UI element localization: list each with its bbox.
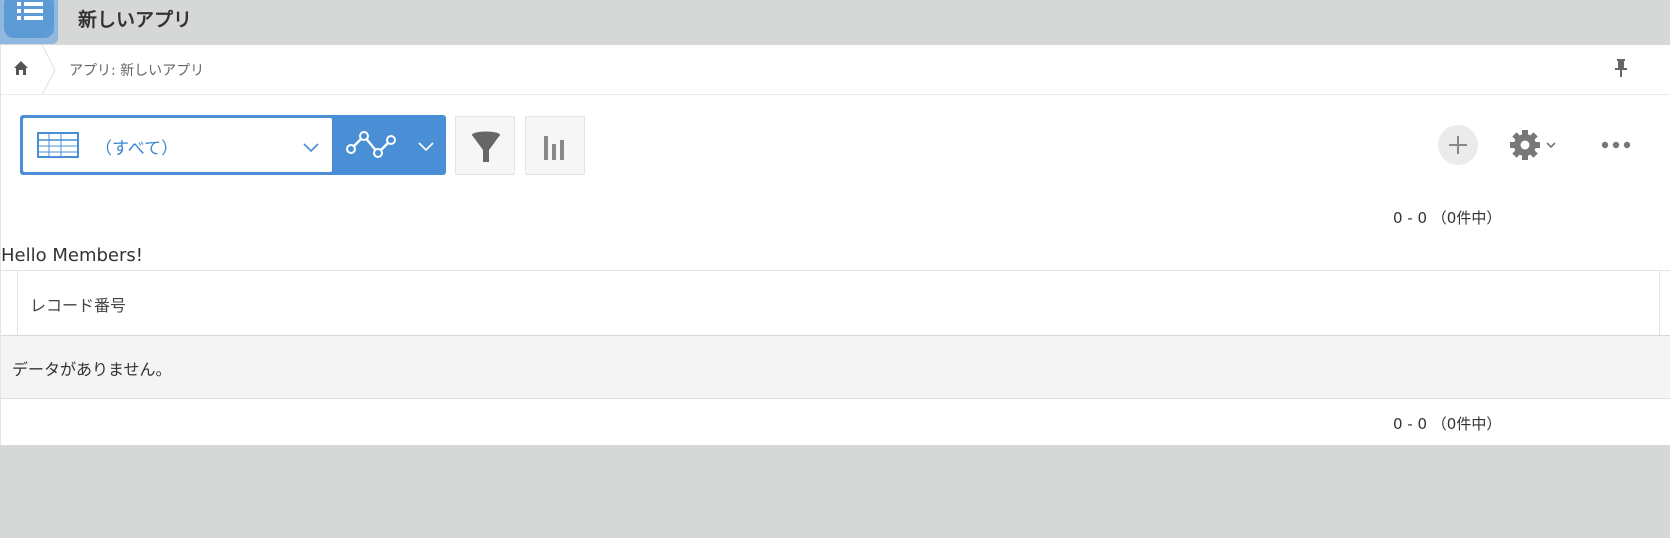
table-icon — [37, 132, 79, 162]
more-options-button[interactable] — [1597, 127, 1637, 163]
view-select[interactable]: （すべて） — [23, 118, 332, 172]
table-empty-row: データがありません。 — [1, 336, 1670, 399]
filter-button[interactable] — [455, 116, 515, 175]
hello-text: Hello Members! — [1, 245, 143, 266]
table-header-row: レコード番号 — [1, 270, 1670, 336]
top-bar: 新しいアプリ — [0, 0, 1670, 45]
add-record-button[interactable] — [1438, 125, 1478, 165]
home-icon[interactable] — [13, 60, 29, 80]
app-settings-button[interactable] — [1509, 125, 1569, 165]
column-header-record-number[interactable]: レコード番号 — [30, 292, 126, 316]
graph-view-button[interactable] — [338, 115, 446, 175]
app-list-icon[interactable] — [0, 0, 58, 44]
breadcrumb: アプリ: 新しいアプリ — [1, 45, 1670, 95]
main-panel: アプリ: 新しいアプリ （すべて） 0 - 0 （0件中） Hello Memb… — [0, 45, 1670, 445]
chart-button[interactable] — [525, 116, 585, 175]
gear-icon — [1510, 130, 1556, 160]
view-select-value: （すべて） — [95, 139, 179, 159]
chevron-down-icon — [418, 137, 434, 156]
breadcrumb-separator — [41, 45, 56, 95]
empty-message: データがありません。 — [12, 360, 172, 379]
pin-icon[interactable] — [1614, 57, 1628, 83]
pagination-info-bottom: 0 - 0 （0件中） — [1393, 415, 1502, 433]
pagination-info-top: 0 - 0 （0件中） — [1393, 209, 1502, 227]
chevron-down-icon — [303, 138, 319, 157]
breadcrumb-app-link[interactable]: アプリ: 新しいアプリ — [69, 60, 204, 80]
more-icon — [1601, 141, 1631, 149]
table-header-spacer — [1659, 271, 1670, 335]
table-header-spacer — [1, 271, 18, 335]
app-title: 新しいアプリ — [78, 9, 193, 31]
line-graph-icon — [346, 127, 398, 167]
view-selector-group: （すべて） — [20, 115, 446, 175]
list-icon — [4, 0, 54, 38]
